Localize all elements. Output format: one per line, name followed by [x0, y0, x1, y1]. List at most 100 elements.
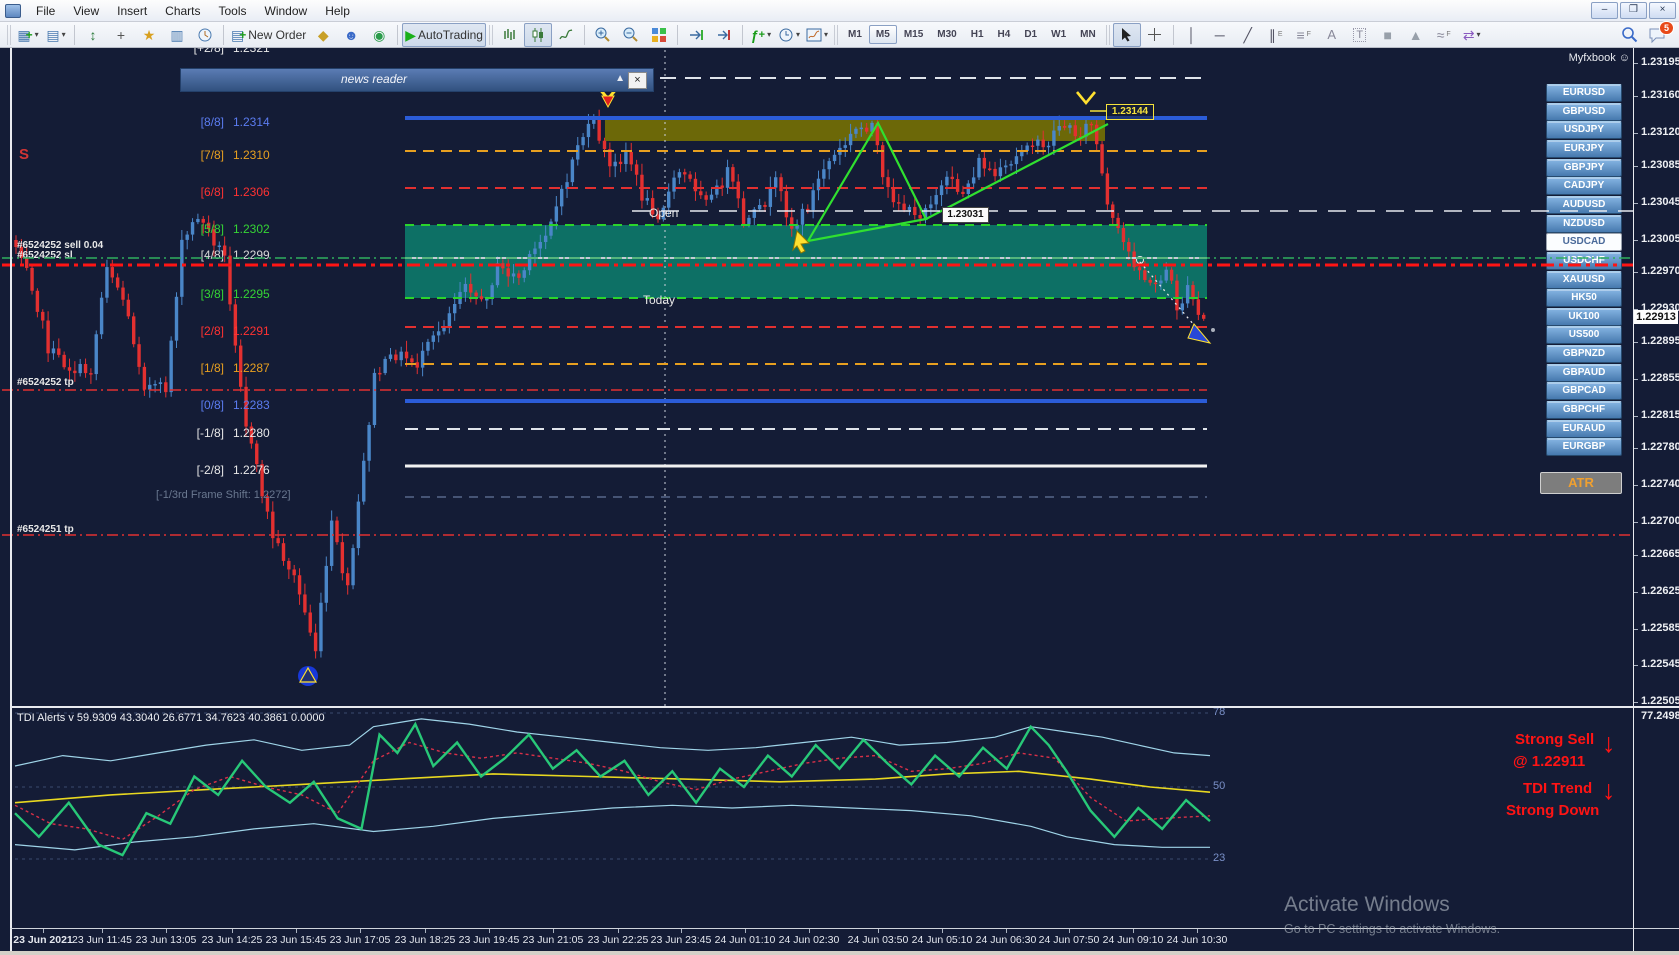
symbol-button-audusd[interactable]: AUDUSD	[1546, 196, 1622, 214]
symbol-button-gbpcad[interactable]: GBPCAD	[1546, 382, 1622, 400]
symbol-button-xauusd[interactable]: XAUUSD	[1546, 271, 1622, 289]
atr-button[interactable]: ATR	[1540, 472, 1622, 494]
symbol-button-cadjpy[interactable]: CADJPY	[1546, 177, 1622, 195]
zoom-in-button[interactable]	[589, 23, 617, 47]
symbol-button-usdcad[interactable]: USDCAD	[1546, 233, 1622, 251]
community-button[interactable]: ☻	[337, 23, 365, 47]
symbol-button-gbpchf[interactable]: GBPCHF	[1546, 401, 1622, 419]
profiles-button[interactable]: ▤▾	[42, 23, 70, 47]
fibonacci-tool[interactable]: ≡F	[1290, 23, 1318, 47]
data-window-button[interactable]: +	[107, 23, 135, 47]
collapse-icon[interactable]: ▲	[615, 73, 625, 84]
auto-scroll-button[interactable]	[682, 23, 710, 47]
symbol-button-uk100[interactable]: UK100	[1546, 308, 1622, 326]
news-reader-window[interactable]: news reader ▲ ×	[180, 68, 654, 92]
new-chart-button[interactable]: ▦+▾	[14, 23, 42, 47]
time-axis-tick	[166, 929, 167, 933]
cursor-tool-button[interactable]	[1113, 23, 1141, 47]
strategy-tester-button[interactable]	[191, 23, 219, 47]
market-watch-button[interactable]: ↕	[79, 23, 107, 47]
menu-window[interactable]: Window	[256, 1, 317, 21]
timeframe-h4[interactable]: H4	[991, 25, 1018, 44]
profiles-icon: ▤	[46, 28, 59, 42]
horizontal-line-tool[interactable]: ─	[1206, 23, 1234, 47]
triangle-tool[interactable]: ▲	[1402, 23, 1430, 47]
symbol-button-gbpnzd[interactable]: GBPNZD	[1546, 345, 1622, 363]
symbol-button-euraud[interactable]: EURAUD	[1546, 420, 1622, 438]
terminal-button[interactable]: ▥	[163, 23, 191, 47]
open-label: Open	[649, 206, 678, 220]
price-axis-label: 1.22585	[1641, 622, 1679, 634]
crosshair-tool-button[interactable]	[1141, 23, 1169, 47]
murrey-level-label: [0/8]1.2283	[176, 398, 270, 412]
zoom-out-button[interactable]	[617, 23, 645, 47]
timeframe-m15[interactable]: M15	[897, 25, 930, 44]
timeframe-mn[interactable]: MN	[1073, 25, 1103, 44]
strategy-tester-icon	[197, 27, 213, 43]
timeframe-h1[interactable]: H1	[964, 25, 991, 44]
chart-shift-button[interactable]	[710, 23, 738, 47]
minimize-button[interactable]: –	[1591, 2, 1618, 19]
symbol-button-hk50[interactable]: HK50	[1546, 289, 1622, 307]
text-label-tool[interactable]: T	[1346, 23, 1374, 47]
line-chart-button[interactable]	[552, 23, 580, 47]
search-button[interactable]	[1615, 23, 1643, 47]
templates-button[interactable]: ▾	[803, 23, 831, 47]
timeframe-w1[interactable]: W1	[1044, 25, 1073, 44]
order-label: #6524252 sl	[17, 250, 73, 261]
timeframe-d1[interactable]: D1	[1017, 25, 1044, 44]
fibo-channel-tool[interactable]: ≈F	[1430, 23, 1458, 47]
new-order-button[interactable]: ▤+New Order	[228, 23, 309, 47]
candlestick-button[interactable]	[524, 23, 552, 47]
symbol-button-usdchf[interactable]: USDCHF	[1546, 252, 1622, 270]
frame-shift-label: [-1/3rd Frame Shift: 1.2272]	[156, 489, 291, 501]
indicators-icon: ƒ	[751, 28, 759, 42]
price-tag-23031[interactable]: 1.23031	[942, 207, 989, 223]
indicators-button[interactable]: ƒ+▾	[747, 23, 775, 47]
signals-button[interactable]: ◉	[365, 23, 393, 47]
bar-chart-button[interactable]	[496, 23, 524, 47]
navigator-button[interactable]: ★	[135, 23, 163, 47]
close-button[interactable]: ×	[1649, 2, 1676, 19]
periods-button[interactable]: ▾	[775, 23, 803, 47]
time-axis-label: 24 Jun 02:30	[779, 934, 840, 946]
symbol-button-gbpaud[interactable]: GBPAUD	[1546, 364, 1622, 382]
metaquotes-button[interactable]: ◆	[309, 23, 337, 47]
menu-help[interactable]: Help	[316, 1, 359, 21]
trendline-icon: ╱	[1243, 28, 1251, 42]
rectangle-tool[interactable]: ■	[1374, 23, 1402, 47]
templates-icon	[806, 27, 822, 43]
channel-tool[interactable]: ∥E	[1262, 23, 1290, 47]
symbol-button-us500[interactable]: US500	[1546, 326, 1622, 344]
news-close-button[interactable]: ×	[628, 72, 647, 89]
symbol-button-usdjpy[interactable]: USDJPY	[1546, 121, 1622, 139]
timeframe-m30[interactable]: M30	[930, 25, 963, 44]
price-axis-label: 1.23120	[1641, 126, 1679, 138]
menu-file[interactable]: File	[27, 1, 64, 21]
symbol-button-gbpusd[interactable]: GBPUSD	[1546, 103, 1622, 121]
time-axis-label: 23 Jun 15:45	[266, 934, 327, 946]
symbol-button-nzdusd[interactable]: NZDUSD	[1546, 215, 1622, 233]
timeframe-m1[interactable]: M1	[841, 25, 869, 44]
timeframe-m5[interactable]: M5	[869, 25, 897, 44]
text-tool[interactable]: A	[1318, 23, 1346, 47]
menu-insert[interactable]: Insert	[108, 1, 156, 21]
symbol-button-gbpjpy[interactable]: GBPJPY	[1546, 159, 1622, 177]
symbol-button-eurjpy[interactable]: EURJPY	[1546, 140, 1622, 158]
arrows-tool[interactable]: ⇄▾	[1458, 23, 1486, 47]
symbol-button-eurusd[interactable]: EURUSD	[1546, 84, 1622, 102]
time-axis-label: 23 Jun 13:05	[136, 934, 197, 946]
toolbar-grip[interactable]	[7, 25, 11, 45]
price-tag-23144[interactable]: 1.23144	[1106, 104, 1154, 120]
menu-tools[interactable]: Tools	[210, 1, 256, 21]
menu-view[interactable]: View	[64, 1, 108, 21]
menu-charts[interactable]: Charts	[156, 1, 209, 21]
autotrading-button[interactable]: ▶AutoTrading	[402, 23, 486, 47]
arrows-icon: ⇄	[1463, 28, 1475, 42]
restore-button[interactable]: ❐	[1620, 2, 1647, 19]
tile-windows-button[interactable]	[645, 23, 673, 47]
trendline-tool[interactable]: ╱	[1234, 23, 1262, 47]
symbol-button-eurgbp[interactable]: EURGBP	[1546, 438, 1622, 456]
vertical-line-tool[interactable]: │	[1178, 23, 1206, 47]
chat-button[interactable]: 5	[1643, 23, 1671, 47]
